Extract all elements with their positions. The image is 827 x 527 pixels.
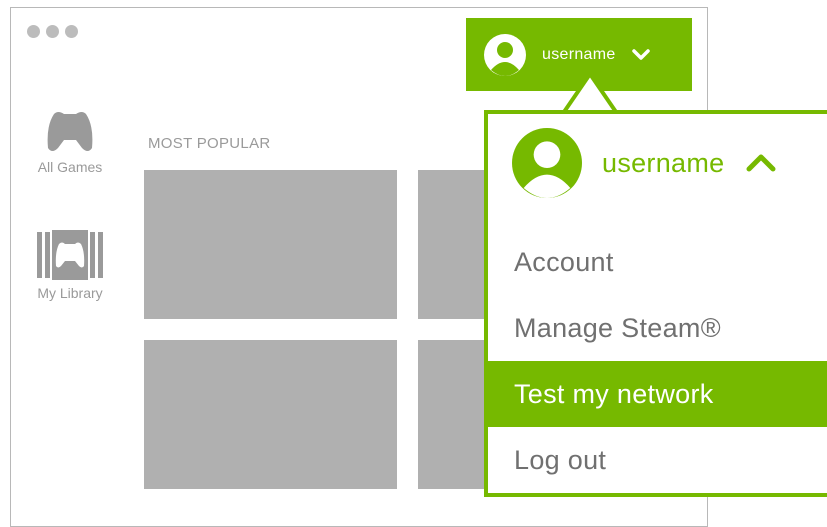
menu-item-account[interactable]: Account <box>488 229 827 295</box>
chevron-down-icon <box>631 48 650 60</box>
menu-item-manage-steam[interactable]: Manage Steam® <box>488 295 827 361</box>
sidebar-item-my-library[interactable]: My Library <box>20 230 120 301</box>
sidebar-item-label: My Library <box>37 285 103 301</box>
avatar-icon <box>484 33 526 76</box>
section-title: MOST POPULAR <box>148 135 271 152</box>
avatar-icon <box>512 128 582 198</box>
dropdown-pointer <box>560 70 620 114</box>
username-label: username <box>542 45 616 63</box>
dropdown-header[interactable]: username <box>512 128 776 198</box>
chevron-up-icon[interactable] <box>746 153 776 173</box>
menu-item-test-network[interactable]: Test my network <box>488 361 827 427</box>
menu-item-log-out[interactable]: Log out <box>488 427 827 493</box>
user-dropdown-menu: username Account Manage Steam® Test my n… <box>484 110 827 497</box>
window-controls <box>27 25 78 38</box>
window-dot[interactable] <box>46 25 59 38</box>
library-gamepad-icon <box>37 230 103 280</box>
sidebar-item-label: All Games <box>37 159 103 175</box>
window-dot[interactable] <box>27 25 40 38</box>
gamepad-icon <box>47 112 93 151</box>
game-tile[interactable] <box>144 340 397 489</box>
game-tile[interactable] <box>144 170 397 319</box>
window-dot[interactable] <box>65 25 78 38</box>
dropdown-username: username <box>602 147 725 178</box>
dropdown-menu-list: Account Manage Steam® Test my network Lo… <box>488 229 827 493</box>
sidebar-item-all-games[interactable]: All Games <box>20 110 120 175</box>
